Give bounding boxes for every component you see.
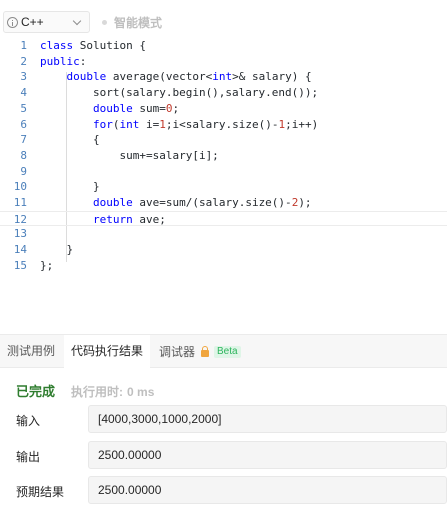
beta-badge: Beta [214,346,241,358]
tab-run-result[interactable]: 代码执行结果 [64,335,151,369]
code-line: 1 class Solution { [20,39,146,52]
output-label: 输出 [16,450,41,464]
result-status: 已完成 执行用时: 0 ms [16,381,154,400]
code-line: 10 } [13,180,100,194]
smart-mode-toggle[interactable]: 智能模式 [102,14,162,31]
code-line: 14 } [13,243,74,257]
console-tabs: 测试用例 代码执行结果 调试器 Beta [0,334,447,369]
info-icon[interactable] [7,16,18,28]
code-line: 7 { [20,133,100,147]
input-value-box: [4000,3000,1000,2000] [88,405,447,433]
code-line: 2 public: [20,54,87,68]
code-line: 9 [20,164,27,178]
code-line: 11 double ave=sum/(salary.size()-2); [13,196,312,209]
status-dot-icon [102,20,107,25]
expected-value-box: 2500.00000 [88,476,447,504]
status-finished: 已完成 [16,384,56,399]
code-line: 6 for(int i=1;i<salary.size()-1;i++) [20,117,319,131]
code-line: 4 sort(salary.begin(),salary.end()); [20,86,319,100]
code-line: 15}; [13,258,54,272]
expected-label: 预期结果 [16,485,65,499]
lock-icon [201,345,210,357]
code-line: 5 double sum=0; [20,101,180,115]
output-value-box: 2500.00000 [88,441,447,469]
smart-mode-label: 智能模式 [114,16,163,30]
runtime-label: 执行用时: [71,385,124,399]
input-label: 输入 [16,414,41,428]
code-editor[interactable]: 1 class Solution { 2 public: 3 double aver… [0,38,447,334]
chevron-down-icon [72,16,82,26]
code-line: 3 double average(vector<int>& salary) { [20,70,312,84]
tab-testcases[interactable]: 测试用例 [0,335,62,369]
runtime-value: 0 ms [127,385,155,399]
code-line: 8 sum+=salary[i]; [20,148,219,162]
tab-debugger[interactable]: 调试器 Beta [152,335,248,369]
editor-toolbar: C++ 智能模式 [0,0,447,38]
code-line: 13 [13,227,27,241]
language-label: C++ [21,15,44,29]
language-select[interactable]: C++ [3,11,90,33]
code-line-current: 12 return ave; [0,210,447,227]
